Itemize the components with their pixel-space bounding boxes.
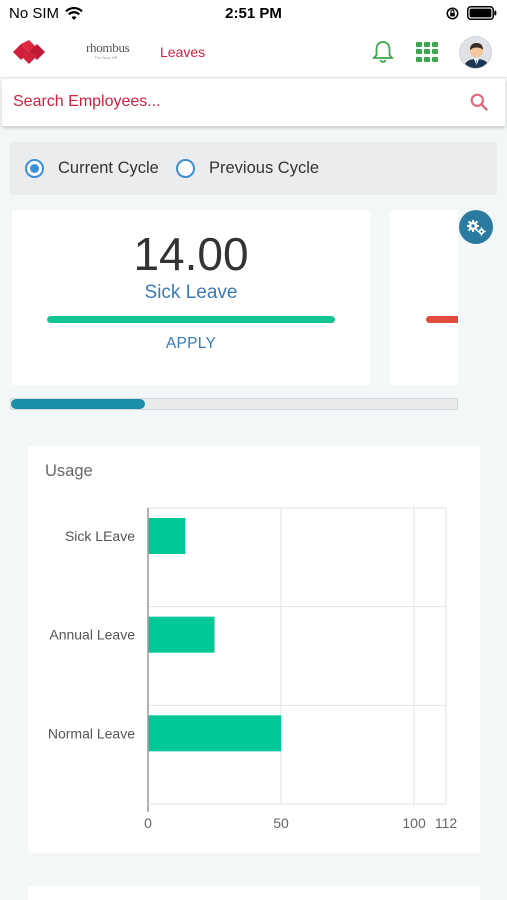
page-title: Leaves — [160, 44, 206, 60]
next-card — [28, 886, 480, 900]
carousel-scrollbar-thumb[interactable] — [11, 399, 145, 409]
user-avatar-icon — [460, 37, 491, 68]
search-bar[interactable]: Search Employees... — [2, 79, 505, 126]
apply-button[interactable]: APPLY — [12, 335, 370, 353]
leave-balance-value: 14.00 — [133, 228, 249, 280]
chart-bar — [148, 715, 282, 752]
radio-current-cycle[interactable]: Current Cycle — [25, 159, 159, 178]
gears-icon — [467, 220, 486, 236]
status-bar: No SIM 2:51 PM — [0, 0, 507, 28]
cycle-selector: Current Cycle Previous Cycle — [10, 142, 497, 195]
bell-icon[interactable] — [372, 40, 394, 64]
y-category-label: Annual Leave — [49, 627, 135, 643]
x-tick-label: 100 — [402, 815, 426, 831]
leave-balance-bar — [426, 316, 458, 323]
apps-grid-icon[interactable] — [416, 42, 438, 62]
chart-bar — [148, 616, 215, 653]
x-tick-label: 0 — [144, 815, 152, 831]
radio-checked-icon[interactable] — [25, 159, 44, 178]
search-input[interactable]: Search Employees... — [13, 93, 161, 111]
avatar[interactable] — [459, 36, 492, 69]
orientation-lock-icon — [446, 7, 459, 19]
system-indicators — [446, 6, 497, 20]
radio-previous-cycle[interactable]: Previous Cycle — [176, 159, 319, 178]
product-logo: rhombus The New HR — [86, 40, 130, 66]
search-icon[interactable] — [469, 92, 489, 112]
leave-balance-card-next[interactable] — [390, 210, 458, 385]
radio-unchecked-icon[interactable] — [176, 159, 195, 178]
usage-chart-card: Usage 0 50 100 112 Sick LEave Annual Leave Nor… — [28, 446, 480, 853]
usage-chart: 0 50 100 112 Sick LEave Annual Leave Normal Le… — [48, 507, 458, 831]
battery-icon — [467, 6, 497, 20]
y-category-label: Sick LEave — [65, 528, 135, 544]
leave-balance-bar — [47, 316, 335, 323]
radio-label: Previous Cycle — [209, 159, 320, 177]
carousel-scrollbar[interactable] — [10, 398, 458, 410]
product-logo-tagline: The New HR — [94, 55, 118, 60]
brand-logo-icon[interactable] — [12, 40, 46, 64]
leave-type-label: Sick Leave — [144, 282, 238, 303]
clock: 2:51 PM — [225, 5, 282, 22]
x-tick-label: 50 — [273, 815, 289, 831]
settings-button[interactable] — [459, 210, 493, 244]
radio-label: Current Cycle — [58, 159, 159, 177]
app-bar: rhombus The New HR Leaves — [0, 28, 507, 78]
y-category-label: Normal Leave — [48, 725, 135, 741]
x-tick-label: 112 — [435, 815, 458, 831]
chart-bar — [148, 518, 186, 554]
leave-balance-card: 14.00 Sick Leave APPLY — [12, 210, 370, 385]
product-logo-word: rhombus — [86, 40, 130, 55]
